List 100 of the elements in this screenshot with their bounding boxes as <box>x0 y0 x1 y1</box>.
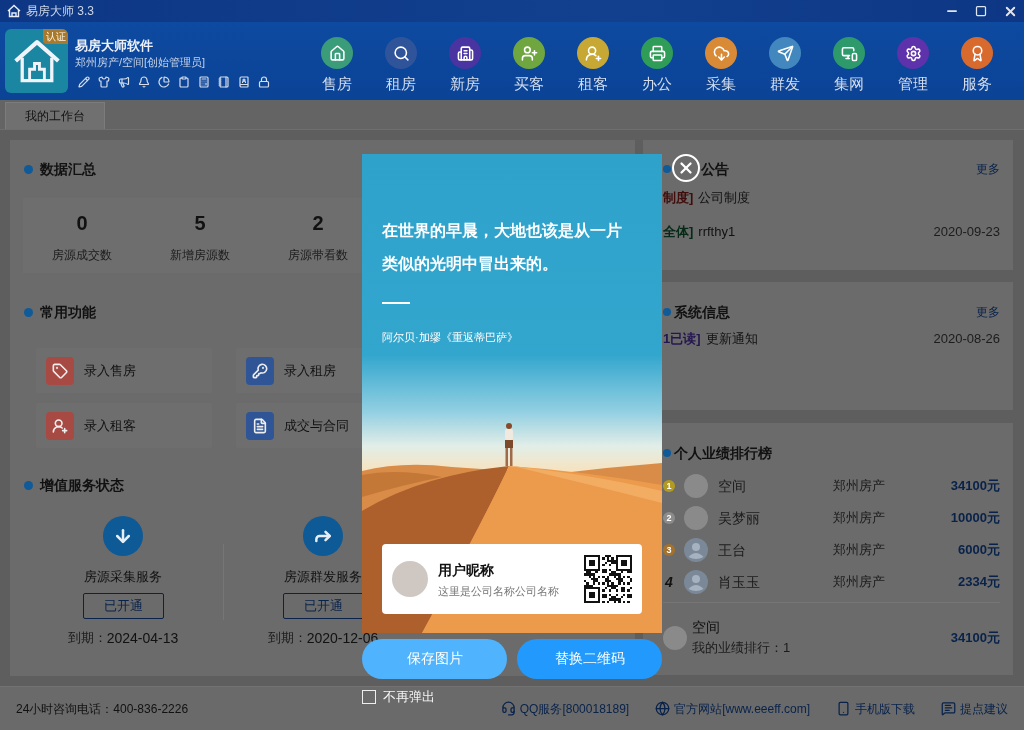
section-title: 数据汇总 <box>40 160 96 179</box>
stat-value: 5 <box>194 211 206 235</box>
nav-button[interactable]: 集网 <box>817 22 881 93</box>
globe-icon <box>655 701 671 716</box>
expiry-date: 2024-04-13 <box>106 630 179 646</box>
more-link[interactable]: 更多 <box>976 161 1000 177</box>
section-title: 个人业绩排行榜 <box>674 444 772 463</box>
sales-amount: 10000元 <box>950 509 1000 527</box>
company-name: 易房大师软件 <box>75 38 154 54</box>
close-button[interactable] <box>672 154 700 182</box>
agent-name: 吴梦丽 <box>718 509 761 527</box>
bullet-dot-icon <box>663 449 671 457</box>
agent-name: 王台 <box>718 541 747 559</box>
avatar-photo-placeholder <box>392 561 428 597</box>
window-title: 易房大师 3.3 <box>26 3 94 19</box>
footer-link[interactable]: QQ服务[800018189] <box>500 700 630 717</box>
bullet-dot-icon <box>663 308 671 316</box>
notebook-icon[interactable] <box>218 76 230 88</box>
notice-title[interactable]: 公司制度 <box>698 190 751 206</box>
more-link[interactable]: 更多 <box>976 304 1000 320</box>
maximize-icon <box>975 5 987 17</box>
section-title: 公告 <box>701 160 729 179</box>
bullet-dot-icon <box>24 307 33 317</box>
user-nickname: 用户昵称 <box>438 560 495 579</box>
sales-amount: 34100元 <box>950 477 1000 495</box>
nav-button[interactable]: 买客 <box>497 22 561 93</box>
sales-amount: 6000元 <box>958 541 1000 559</box>
account-info: 郑州房产/空间[创始管理员] <box>75 55 207 70</box>
footer-link[interactable]: 官方网站[www.eeeff.com] <box>655 700 810 717</box>
house-app-icon <box>7 4 21 18</box>
shirt-icon[interactable] <box>98 76 110 88</box>
arrow-down-icon <box>103 516 143 556</box>
nav-button[interactable]: 售房 <box>305 22 369 93</box>
nav-button[interactable]: 租房 <box>369 22 433 93</box>
agent-company: 郑州房产 <box>833 541 885 559</box>
expiry-label: 到期： <box>67 630 107 646</box>
user-company: 这里是公司名称公司名称 <box>438 583 559 598</box>
my-name: 空间 <box>692 618 721 636</box>
rank-medal: 1 <box>663 480 675 492</box>
contact-book-icon[interactable] <box>238 76 250 88</box>
nav-button[interactable]: 服务 <box>945 22 1009 93</box>
stat-value: 0 <box>76 211 88 235</box>
workspace-tab[interactable]: 我的工作台 <box>5 102 105 129</box>
rank-medal: 3 <box>663 544 675 556</box>
expiry-label: 到期： <box>267 630 307 646</box>
agent-company: 郑州房产 <box>833 573 885 591</box>
notice-date: 2020-08-26 <box>933 331 1000 347</box>
bullet-dot-icon <box>663 165 671 173</box>
agent-name: 肖玉玉 <box>718 573 761 591</box>
bullet-dot-icon <box>24 164 33 174</box>
smartphone-icon <box>836 701 851 716</box>
nav-button[interactable]: 租客 <box>561 22 625 93</box>
qr-code-icon <box>584 555 632 603</box>
headset-icon <box>500 701 516 716</box>
megaphone-icon[interactable] <box>118 76 130 88</box>
nav-button[interactable]: 采集 <box>689 22 753 93</box>
stat-value: 2 <box>312 211 324 235</box>
service-name: 房源群发服务 <box>284 568 362 585</box>
section-title: 常用功能 <box>40 303 96 322</box>
rank-number: 4 <box>664 574 674 590</box>
rank-medal: 2 <box>663 512 675 524</box>
agent-company: 郑州房产 <box>833 509 885 527</box>
nav-button[interactable]: 新房 <box>433 22 497 93</box>
agent-name: 空间 <box>718 477 747 495</box>
quote-source: 阿尔贝·加缪《重返蒂巴萨》 <box>382 330 519 345</box>
clipboard-icon[interactable] <box>178 76 190 88</box>
footer-link[interactable]: 提点建议 <box>941 700 1008 717</box>
footer-link[interactable]: 手机版下载 <box>836 700 915 717</box>
nav-button[interactable]: 办公 <box>625 22 689 93</box>
sales-amount: 2334元 <box>958 573 1000 591</box>
notice-tag: 1已读] <box>663 331 701 347</box>
notice-date: 2020-09-23 <box>933 224 1000 240</box>
nav-button[interactable]: 管理 <box>881 22 945 93</box>
calculator-icon[interactable] <box>198 76 210 88</box>
service-status-button[interactable]: 已开通 <box>82 593 164 619</box>
replace-qr-button[interactable]: 替换二维码 <box>517 639 662 679</box>
notice-tag: 全体] <box>663 224 694 240</box>
section-title: 系统信息 <box>674 303 730 322</box>
section-title: 增值服务状态 <box>40 476 124 495</box>
bullet-dot-icon <box>24 480 33 490</box>
bell-icon[interactable] <box>138 76 150 88</box>
hotline-text: 24小时咨询电话：400-836-2226 <box>16 700 189 717</box>
stat-label: 房源成交数 <box>52 247 112 263</box>
lock-icon[interactable] <box>258 76 270 88</box>
pie-chart-icon[interactable] <box>158 76 170 88</box>
nav-button[interactable]: 群发 <box>753 22 817 93</box>
my-rank: 我的业绩排行：1 <box>692 639 791 657</box>
sales-amount: 34100元 <box>950 628 1000 647</box>
notice-title[interactable]: 更新通知 <box>705 331 758 347</box>
agent-company: 郑州房产 <box>833 477 885 495</box>
notice-tag: 制度] <box>663 190 694 206</box>
checkbox-label[interactable]: 不再弹出 <box>383 689 435 705</box>
close-icon <box>677 159 695 177</box>
pencil-icon[interactable] <box>78 76 90 88</box>
certified-badge: 认证 <box>43 29 68 44</box>
notice-title[interactable]: rrfthy1 <box>698 224 736 240</box>
service-name: 房源采集服务 <box>84 568 162 585</box>
stat-label: 房源带看数 <box>288 247 348 263</box>
checkbox[interactable] <box>362 690 376 704</box>
quote-text: 在世界的早晨，大地也该是从一片类似的光明中冒出来的。 <box>382 221 623 274</box>
